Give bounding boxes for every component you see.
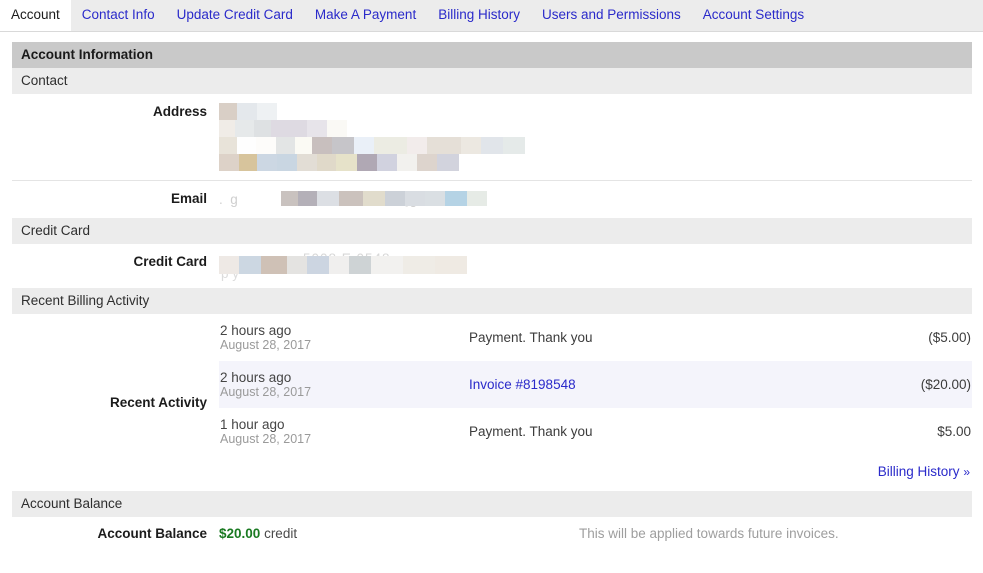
billing-history-link-label: Billing History [877,464,960,479]
table-row[interactable]: 1 hour ago August 28, 2017 Payment. Than… [219,408,972,455]
email-redaction-mosaic [281,191,487,206]
section-header-recent-billing-activity: Recent Billing Activity [12,288,972,314]
recent-activity-label: Recent Activity [109,395,207,410]
account-balance-value: $20.00 credit [219,526,579,541]
tab-account[interactable]: Account [0,0,71,31]
table-row[interactable]: 2 hours ago August 28, 2017 Invoice #819… [219,361,972,408]
double-chevron-right-icon: » [963,465,970,479]
account-balance-note: This will be applied towards future invo… [579,526,839,541]
activity-amount: ($20.00) [920,377,971,392]
recent-activity-block: Recent Activity 2 hours ago August 28, 2… [12,314,972,491]
activity-when: 2 hours ago August 28, 2017 [219,370,469,400]
address-label: Address [152,104,207,119]
billing-history-link-row: Billing History » [219,455,972,491]
activity-when: 2 hours ago August 28, 2017 [219,323,469,353]
credit-card-row: Credit Card 5008 E 0548 p y [12,244,972,288]
credit-card-value: 5008 E 0548 p y [219,251,972,281]
account-information-panel: Account Information Contact Address Emai… [12,42,972,550]
activity-relative-time: 2 hours ago [220,322,292,338]
tab-account-settings[interactable]: Account Settings [692,0,815,31]
address-row: Address [12,94,972,180]
activity-description: Payment. Thank you [469,424,593,439]
credit-card-label: Credit Card [133,254,207,269]
activity-amount: $5.00 [937,424,971,439]
primary-tab-bar: Account Contact Info Update Credit Card Mak… [0,0,983,32]
activity-date: August 28, 2017 [220,337,312,352]
address-redaction-mosaic [219,103,972,171]
activity-date: August 28, 2017 [220,431,312,446]
account-balance-unit: credit [264,526,298,541]
activity-description: Invoice #8198548 [469,377,792,392]
address-value [219,103,972,171]
activity-when: 1 hour ago August 28, 2017 [219,417,469,447]
panel-title: Account Information [12,42,972,68]
tab-contact-info[interactable]: Contact Info [71,0,166,31]
tab-make-a-payment[interactable]: Make A Payment [304,0,427,31]
account-page: Account Information Contact Address Emai… [0,32,983,550]
section-header-credit-card: Credit Card [12,218,972,244]
email-value: . g Qg m [219,190,972,209]
activity-amount: ($5.00) [928,330,971,345]
account-balance-label: Account Balance [97,526,207,541]
account-balance-row: Account Balance $20.00 credit This will … [12,517,972,550]
email-row: Email . g Qg m [12,180,972,218]
invoice-link[interactable]: Invoice #8198548 [469,377,576,392]
table-row[interactable]: 2 hours ago August 28, 2017 Payment. Tha… [219,314,972,361]
tab-billing-history[interactable]: Billing History [427,0,531,31]
tab-users-and-permissions[interactable]: Users and Permissions [531,0,692,31]
activity-description: Payment. Thank you [469,330,593,345]
section-header-account-balance: Account Balance [12,491,972,517]
billing-history-link[interactable]: Billing History » [878,464,970,479]
account-balance-amount: $20.00 [219,526,261,541]
tab-update-credit-card[interactable]: Update Credit Card [166,0,304,31]
credit-card-redaction-mosaic [219,256,467,274]
activity-relative-time: 2 hours ago [220,369,292,385]
recent-activity-table: 2 hours ago August 28, 2017 Payment. Tha… [219,314,972,491]
activity-relative-time: 1 hour ago [220,416,285,432]
activity-date: August 28, 2017 [220,384,312,399]
email-label: Email [170,191,207,206]
section-header-contact: Contact [12,68,972,94]
